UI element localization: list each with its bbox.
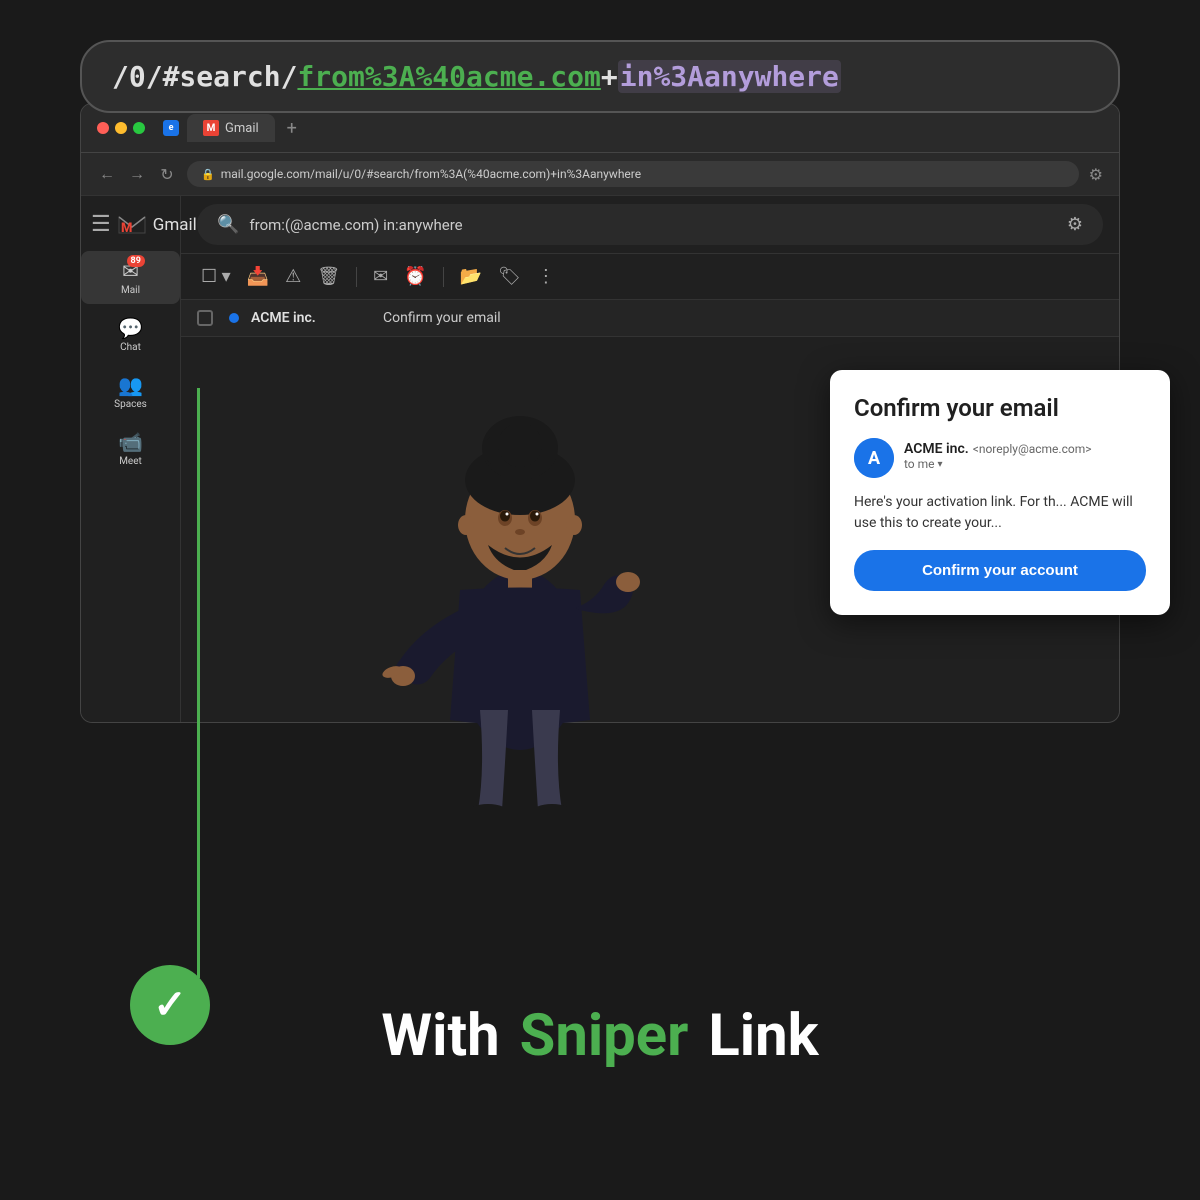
- snooze-btn[interactable]: ⏰: [400, 262, 430, 291]
- preview-sender-email: <noreply@acme.com>: [973, 442, 1092, 456]
- forward-button[interactable]: →: [127, 164, 147, 184]
- bottom-tagline: With Sniper Link: [381, 1002, 818, 1070]
- minimize-button[interactable]: [115, 122, 127, 134]
- url-part-prefix: /0/#search/: [112, 60, 297, 93]
- delete-btn[interactable]: 🗑: [313, 262, 344, 291]
- link-label: Link: [708, 1002, 818, 1070]
- close-button[interactable]: [97, 122, 109, 134]
- email-sender: ACME inc.: [251, 310, 371, 326]
- address-field[interactable]: 🔒 mail.google.com/mail/u/0/#search/from%…: [187, 161, 1079, 187]
- email-checkbox[interactable]: [197, 310, 213, 326]
- unread-indicator: [229, 313, 239, 323]
- address-bar-row: ← → ↻ 🔒 mail.google.com/mail/u/0/#search…: [81, 153, 1119, 196]
- preview-email-title: Confirm your email: [854, 394, 1146, 422]
- confirm-account-button[interactable]: Confirm your account: [854, 550, 1146, 591]
- reload-button[interactable]: ↻: [157, 165, 177, 184]
- back-button[interactable]: ←: [97, 164, 117, 184]
- sidebar-item-mail[interactable]: ✉ 89 Mail: [81, 251, 180, 304]
- label-btn[interactable]: 🏷: [494, 262, 525, 291]
- extension-icon: e: [163, 120, 179, 136]
- gmail-search-header: 🔍 from:(@acme.com) in:anywhere ⚙: [181, 196, 1119, 254]
- gmail-toolbar: ☐ ▾ 📥 ⚠ 🗑 ✉ ⏰ 📂 🏷 ⋮: [181, 254, 1119, 300]
- email-preview-panel: Confirm your email A ACME inc. <noreply@…: [830, 370, 1170, 615]
- sidebar-item-meet[interactable]: 📹 Meet: [81, 422, 180, 475]
- meet-icon: 📹: [118, 430, 143, 454]
- lock-icon: 🔒: [201, 168, 215, 181]
- browser-settings-icon[interactable]: ⚙: [1089, 165, 1103, 184]
- url-bar-text: /0/#search/ from%3A%40acme.com + in%3Aan…: [112, 60, 1088, 93]
- sender-info: ACME inc. <noreply@acme.com> to me ▾: [904, 438, 1146, 471]
- tab-title: Gmail: [225, 121, 259, 136]
- url-part-sep: +: [601, 60, 618, 93]
- sidebar-meet-label: Meet: [119, 456, 142, 467]
- search-icon: 🔍: [217, 214, 239, 235]
- search-options-icon[interactable]: ⚙: [1067, 214, 1083, 235]
- sidebar-item-chat[interactable]: 💬 Chat: [81, 308, 180, 361]
- gmail-logo-area: ☰ M Gmail: [81, 212, 197, 237]
- tab-bar: e M Gmail +: [163, 114, 297, 142]
- toolbar-divider: [356, 267, 357, 287]
- mail-badge: 89: [127, 255, 145, 267]
- email-checkbox-area[interactable]: [197, 310, 217, 326]
- search-box[interactable]: 🔍 from:(@acme.com) in:anywhere ⚙: [197, 204, 1103, 245]
- preview-body: Here's your activation link. For th... A…: [854, 492, 1146, 534]
- svg-text:A: A: [868, 448, 881, 469]
- hamburger-icon[interactable]: ☰: [91, 212, 111, 237]
- avatar-svg: [370, 340, 670, 820]
- select-checkbox-btn[interactable]: ☐ ▾: [197, 262, 235, 291]
- url-part-green: from%3A%40acme.com: [297, 60, 600, 93]
- preview-sender-name: ACME inc.: [904, 441, 969, 457]
- preview-sender-row: A ACME inc. <noreply@acme.com> to me ▾: [854, 438, 1146, 478]
- spaces-icon: 👥: [118, 373, 143, 397]
- check-mark-icon: ✓: [153, 985, 187, 1025]
- sidebar-chat-label: Chat: [120, 342, 141, 353]
- more-btn[interactable]: ⋮: [533, 262, 559, 291]
- report-btn[interactable]: ⚠: [281, 262, 305, 291]
- sniper-label: Sniper: [520, 1002, 689, 1070]
- mark-btn[interactable]: ✉: [369, 262, 392, 291]
- gmail-m-logo: M: [117, 213, 147, 237]
- active-tab[interactable]: M Gmail: [187, 114, 275, 142]
- url-part-purple: in%3Aanywhere: [618, 60, 841, 93]
- sniper-link-line: [197, 388, 200, 978]
- sidebar-spaces-label: Spaces: [114, 399, 147, 410]
- toolbar-divider-2: [443, 267, 444, 287]
- search-text: from:(@acme.com) in:anywhere: [249, 216, 1056, 234]
- move-btn[interactable]: 📂: [456, 262, 486, 291]
- address-text: mail.google.com/mail/u/0/#search/from%3A…: [221, 167, 641, 181]
- sender-avatar: A: [854, 438, 894, 478]
- with-label: With: [381, 1002, 499, 1070]
- window-controls: [97, 122, 145, 134]
- sidebar-item-spaces[interactable]: 👥 Spaces: [81, 365, 180, 418]
- maximize-button[interactable]: [133, 122, 145, 134]
- avatar-character: [350, 330, 690, 830]
- gmail-favicon: M: [203, 120, 219, 136]
- to-me-label: to me ▾: [904, 457, 1146, 471]
- success-check-circle: ✓: [130, 965, 210, 1045]
- svg-text:M: M: [121, 221, 132, 236]
- url-bar[interactable]: /0/#search/ from%3A%40acme.com + in%3Aan…: [80, 40, 1120, 113]
- chat-icon: 💬: [118, 316, 143, 340]
- new-tab-button[interactable]: +: [287, 118, 297, 139]
- email-subject: Confirm your email: [383, 310, 1103, 326]
- mail-icon: ✉ 89: [122, 259, 139, 283]
- gmail-sidebar: ☰ M Gmail ✉ 89 Mail 💬 Chat: [81, 196, 181, 723]
- sidebar-mail-label: Mail: [121, 285, 140, 296]
- archive-btn[interactable]: 📥: [243, 262, 273, 291]
